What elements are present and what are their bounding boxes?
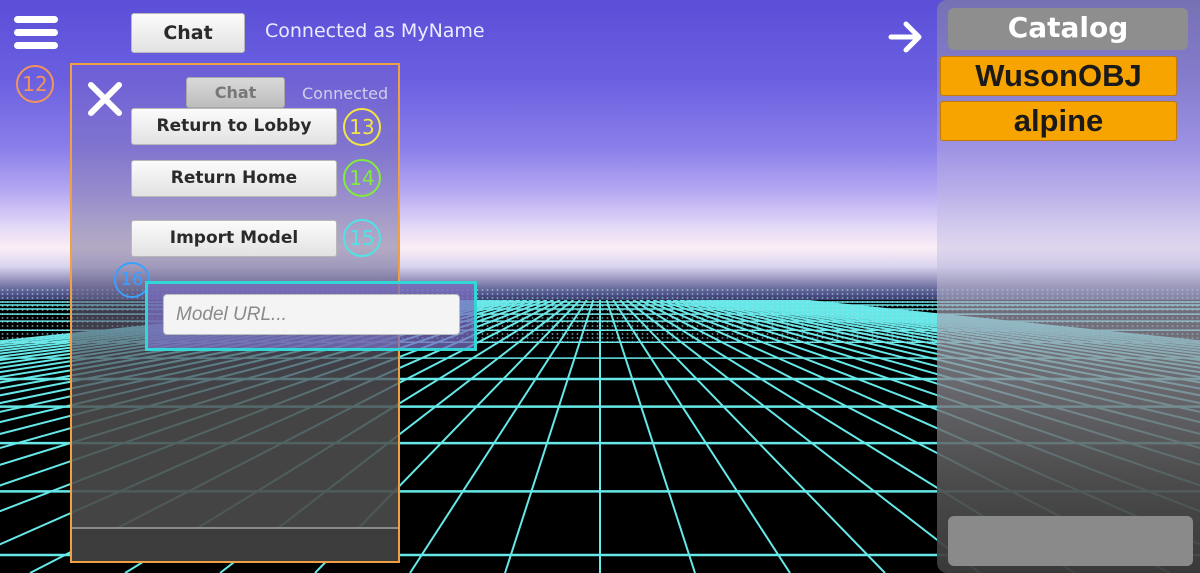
chat-button[interactable]: Chat — [131, 13, 245, 53]
annotation-badge-14: 14 — [343, 159, 381, 197]
menu-panel-footer — [72, 527, 398, 561]
annotation-badge-12: 12 — [16, 65, 54, 103]
panel-connection-status: Connected — [302, 84, 389, 103]
return-to-lobby-button[interactable]: Return to Lobby — [131, 108, 337, 145]
hamburger-menu-icon[interactable] — [14, 16, 58, 60]
catalog-title: Catalog — [948, 8, 1188, 50]
panel-chat-button[interactable]: Chat — [186, 77, 285, 108]
import-model-button[interactable]: Import Model — [131, 220, 337, 257]
annotation-badge-13: 13 — [343, 108, 381, 146]
close-icon[interactable] — [86, 80, 124, 118]
arrow-right-icon[interactable] — [887, 18, 925, 56]
return-home-button[interactable]: Return Home — [131, 160, 337, 197]
catalog-item-alpine[interactable]: alpine — [940, 101, 1177, 141]
catalog-item-wusonobj[interactable]: WusonOBJ — [940, 56, 1177, 96]
connection-status: Connected as MyName — [265, 20, 485, 42]
catalog-footer — [948, 516, 1193, 566]
model-url-input[interactable] — [163, 294, 460, 335]
annotation-badge-15: 15 — [343, 219, 381, 257]
